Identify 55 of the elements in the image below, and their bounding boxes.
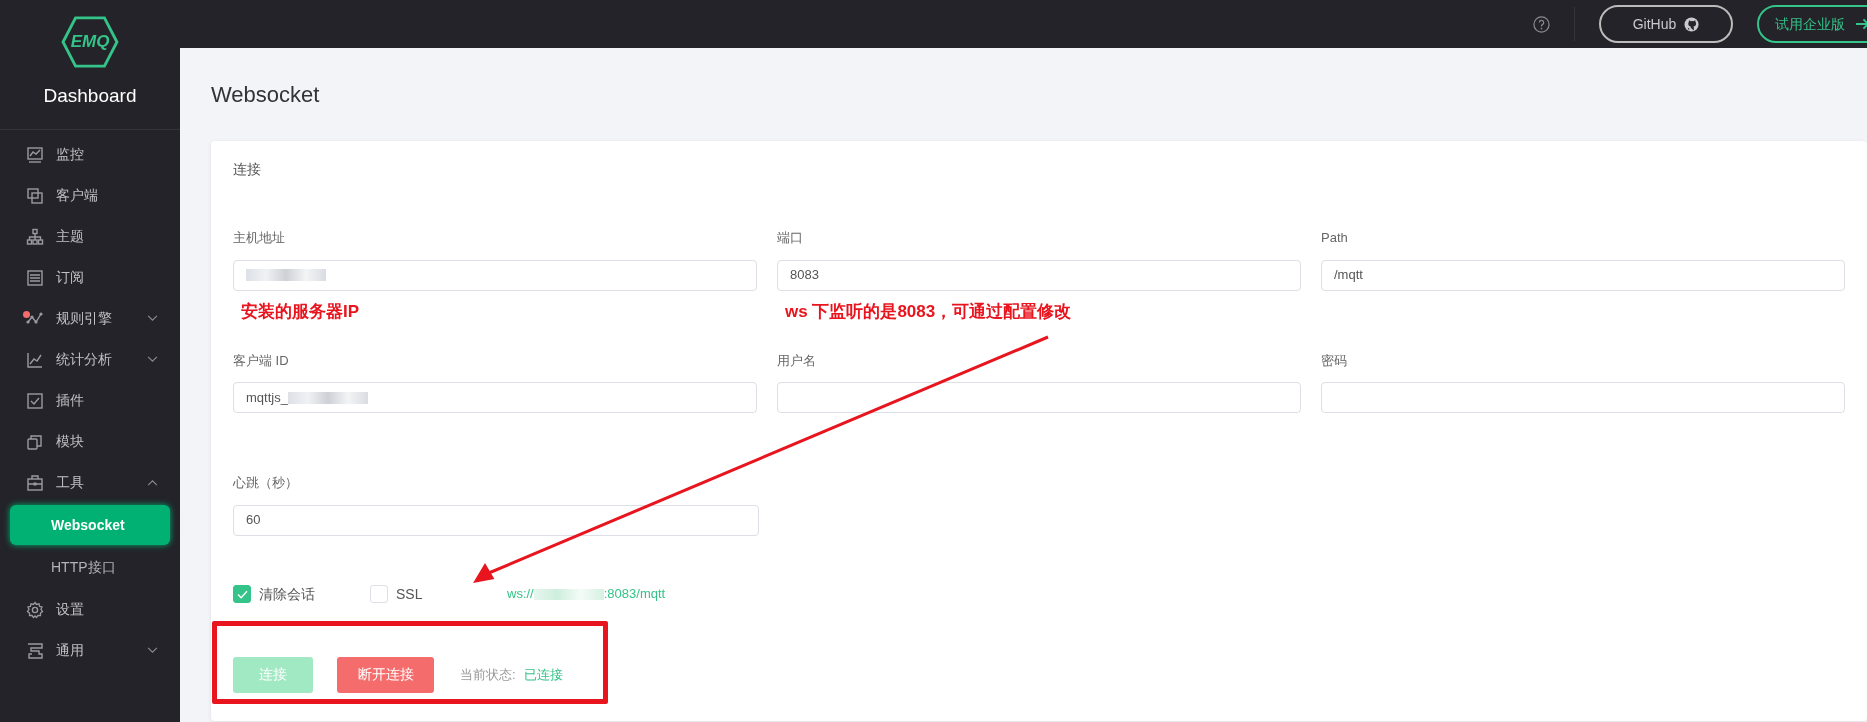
field-label: 客户端 ID (233, 351, 290, 370)
sidebar-item[interactable]: 统计分析 (0, 339, 180, 380)
page-title: Websocket (210, 81, 321, 109)
input-field[interactable]: 8083 (777, 259, 1301, 291)
toolbox-icon (26, 473, 44, 492)
sidebar-item[interactable]: 模块 (0, 421, 180, 462)
sidebar-item[interactable]: 客户端 (0, 175, 180, 216)
monitor-icon (26, 145, 44, 164)
sidebar-item[interactable]: 插件 (0, 380, 180, 421)
copy-icon (26, 432, 44, 451)
sidebar-item[interactable]: 通用 (0, 630, 180, 671)
sidebar-item[interactable]: 规则引擎 (0, 298, 180, 339)
windows-icon (26, 186, 44, 205)
checkbox[interactable] (233, 585, 251, 603)
input-field[interactable]: /mqtt (1321, 259, 1845, 291)
sidebar-item[interactable]: 订阅 (0, 257, 180, 298)
dashboard-title: Dashboard (43, 84, 137, 108)
sidebar-item[interactable]: 设置 (0, 589, 180, 630)
checkmark-icon (236, 589, 248, 599)
status-value: 已连接 (523, 665, 563, 684)
sidebar-subitem[interactable]: HTTP接口 (10, 547, 170, 587)
help-icon[interactable] (1533, 15, 1550, 33)
github-button[interactable]: GitHub (1599, 5, 1733, 43)
logo-text: EMQ (70, 31, 110, 54)
input-field[interactable]: mqttjs_ (233, 382, 757, 413)
settings-icon (26, 600, 44, 619)
checkbox-label: SSL (396, 584, 423, 604)
annotation-text: 安装的服务器IP (241, 300, 361, 323)
field-label: 用户名 (777, 351, 817, 370)
field-label: 主机地址 (233, 229, 286, 247)
checkbox-label: 清除会话 (259, 584, 315, 604)
arrow-right-icon (1854, 18, 1867, 30)
status-label: 当前状态: (460, 665, 516, 684)
field-label: 密码 (1321, 351, 1348, 370)
sidebar-item[interactable]: 主题 (0, 216, 180, 257)
field-label: 端口 (777, 229, 804, 247)
input-field[interactable] (777, 382, 1301, 413)
card-title: 连接 (233, 160, 262, 179)
annotation-text: ws 下监听的是8083，可通过配置修改 (785, 300, 1073, 323)
layout-icon (26, 641, 44, 660)
logo-icon (60, 16, 120, 68)
field-label: Path (1321, 229, 1349, 247)
input-field[interactable] (1321, 382, 1845, 413)
input-field[interactable] (233, 259, 757, 291)
sidebar-item[interactable]: 工具 (0, 462, 180, 503)
checkbox-icon (26, 391, 44, 410)
line-chart-icon (26, 350, 44, 369)
input-field[interactable]: 60 (233, 504, 759, 536)
list-icon (26, 268, 44, 287)
trial-button[interactable]: 试用企业版 (1757, 5, 1867, 43)
sidebar-item[interactable]: 监控 (0, 134, 180, 175)
hierarchy-icon (26, 227, 44, 246)
field-label: 心跳（秒） (233, 474, 299, 492)
url-text: ws:// :8083/mqtt (507, 585, 666, 604)
cat-icon (1684, 16, 1700, 32)
